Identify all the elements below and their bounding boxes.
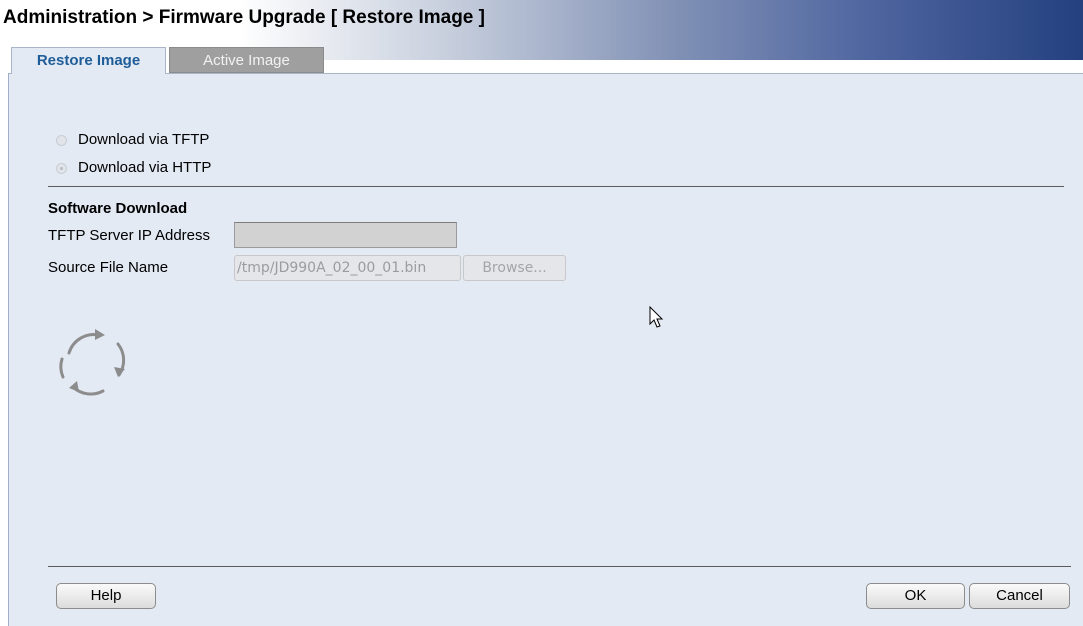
tab-restore-image[interactable]: Restore Image bbox=[11, 47, 166, 74]
mouse-pointer-icon bbox=[649, 306, 664, 328]
divider-bottom bbox=[48, 566, 1071, 567]
section-title-software-download: Software Download bbox=[48, 200, 188, 217]
radio-download-http[interactable]: Download via HTTP bbox=[56, 158, 211, 178]
content-panel bbox=[8, 73, 1083, 626]
loading-spinner-icon bbox=[59, 329, 126, 396]
browse-button[interactable]: Browse... bbox=[463, 255, 566, 281]
divider-top bbox=[48, 186, 1064, 187]
help-button[interactable]: Help bbox=[56, 583, 156, 609]
tftp-server-ip-input[interactable] bbox=[234, 222, 457, 248]
radio-label-http: Download via HTTP bbox=[78, 159, 212, 176]
radio-label-tftp: Download via TFTP bbox=[78, 131, 210, 148]
source-file-label: Source File Name bbox=[48, 259, 169, 276]
radio-button-tftp[interactable] bbox=[56, 134, 67, 146]
ok-button[interactable]: OK bbox=[866, 583, 965, 609]
page-title: Administration > Firmware Upgrade [ Rest… bbox=[3, 7, 485, 28]
tftp-server-label: TFTP Server IP Address bbox=[48, 227, 211, 244]
source-file-input[interactable]: /tmp/JD990A_02_00_01.bin bbox=[234, 255, 461, 281]
radio-download-tftp[interactable]: Download via TFTP bbox=[56, 130, 209, 150]
radio-button-http[interactable] bbox=[56, 162, 67, 174]
tab-active-image[interactable]: Active Image bbox=[169, 47, 324, 73]
cancel-button[interactable]: Cancel bbox=[969, 583, 1070, 609]
